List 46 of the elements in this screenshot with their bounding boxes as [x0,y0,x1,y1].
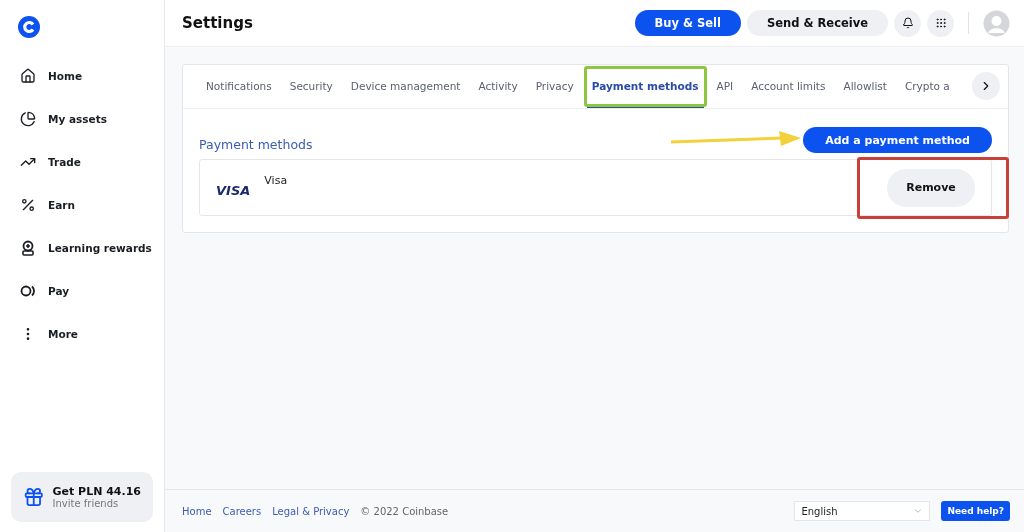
language-select[interactable]: English [794,501,931,521]
settings-tab[interactable]: Notifications [201,65,277,108]
section-title: Payment methods [199,136,313,152]
chevron-down-icon [913,506,924,516]
bell-icon [901,17,914,29]
promo-title: Get PLN 44.16 [52,485,141,498]
sidebar-item[interactable]: Earn [20,193,164,217]
logo-icon[interactable] [18,16,40,38]
apps-button[interactable] [927,9,954,37]
page-title: Settings [182,14,253,32]
add-payment-method-button[interactable]: Add a payment method [803,127,992,153]
settings-tab[interactable]: Device management [345,65,466,108]
pay-icon [20,283,36,299]
payment-method-name: Visa [264,174,288,187]
sidebar-item[interactable]: Home [20,64,164,88]
sidebar-item[interactable]: Pay [20,279,164,303]
settings-tab[interactable]: Crypto a [899,65,955,108]
home-icon [20,68,36,84]
notifications-button[interactable] [894,9,921,37]
settings-tab[interactable]: Account limits [746,65,831,108]
footer-link[interactable]: Legal & Privacy [272,505,350,517]
settings-tab[interactable]: Payment methods [586,65,704,108]
send-receive-button[interactable]: Send & Receive [746,10,888,36]
settings-tab[interactable]: Allowlist [838,65,892,108]
settings-tab[interactable]: Activity [473,65,523,108]
pie-chart-icon [20,111,36,127]
sidebar-item[interactable]: Trade [20,150,164,174]
remove-button[interactable]: Remove [887,168,975,207]
footer-link[interactable]: Home [182,505,212,517]
buy-sell-button[interactable]: Buy & Sell [634,10,741,36]
sidebar-item[interactable]: More [20,322,164,346]
grid-icon [934,17,947,29]
footer-link[interactable]: Careers [222,505,262,517]
need-help-button[interactable]: Need help? [941,501,1010,521]
promo-subtitle: Invite friends [52,498,120,509]
copyright-text: © 2022 Coinbase [360,505,449,517]
reward-badge-icon [20,240,36,256]
sidebar-item[interactable]: My assets [20,107,164,131]
card-brand-logo: VISA [216,183,251,198]
percent-icon [20,197,36,213]
settings-tab[interactable]: Security [284,65,338,108]
gift-icon [23,486,45,508]
settings-tab[interactable]: API [711,65,739,108]
settings-tab[interactable]: Privacy [530,65,579,108]
sidebar-item[interactable]: Learning rewards [20,236,164,260]
invite-promo-card[interactable]: Get PLN 44.16 Invite friends [11,472,153,522]
